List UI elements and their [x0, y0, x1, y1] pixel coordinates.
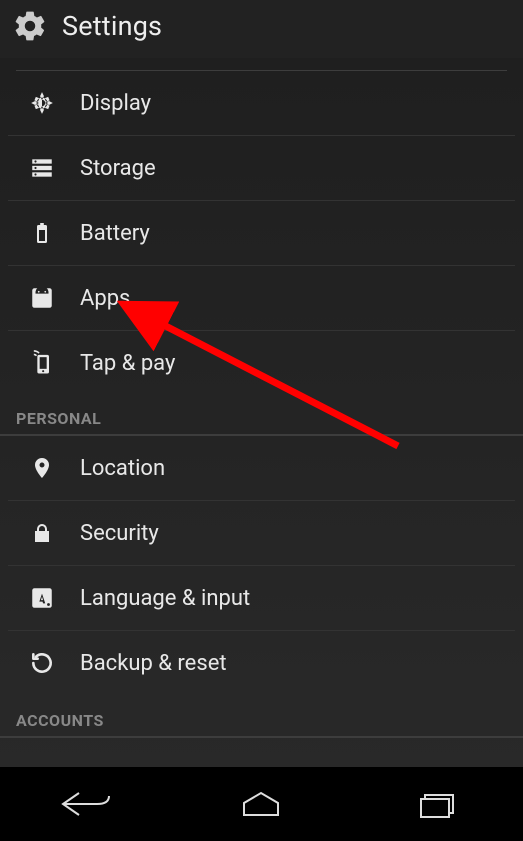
settings-item-tap-pay[interactable]: Tap & pay — [8, 330, 515, 395]
home-button[interactable] — [221, 782, 301, 826]
settings-item-label: Display — [80, 91, 151, 116]
page-title: Settings — [62, 8, 162, 44]
navigation-bar — [0, 767, 523, 841]
section-header-accounts: ACCOUNTS — [0, 695, 523, 738]
backup-icon — [28, 649, 56, 677]
app-header: Settings — [0, 0, 523, 58]
settings-item-location[interactable]: Location — [8, 436, 515, 500]
settings-item-label: Apps — [80, 286, 130, 311]
language-icon — [28, 584, 56, 612]
settings-item-label: Language & input — [80, 586, 250, 611]
settings-item-battery[interactable]: Battery — [8, 200, 515, 265]
recent-apps-button[interactable] — [396, 782, 476, 826]
tap-pay-icon — [28, 349, 56, 377]
settings-item-apps[interactable]: Apps — [8, 265, 515, 330]
lock-icon — [28, 519, 56, 547]
brightness-icon — [28, 89, 56, 117]
storage-icon — [28, 154, 56, 182]
apps-icon — [28, 284, 56, 312]
settings-item-language[interactable]: Language & input — [8, 565, 515, 630]
settings-item-security[interactable]: Security — [8, 500, 515, 565]
settings-item-backup[interactable]: Backup & reset — [8, 630, 515, 695]
back-button[interactable] — [47, 782, 127, 826]
battery-icon — [28, 219, 56, 247]
settings-item-label: Location — [80, 456, 165, 481]
settings-item-label: Tap & pay — [80, 351, 175, 376]
location-pin-icon — [28, 454, 56, 482]
personal-section-list: Location Security Language & input Backu… — [8, 436, 515, 695]
settings-item-label: Security — [80, 521, 159, 546]
settings-item-label: Storage — [80, 156, 156, 181]
settings-item-display[interactable]: Display — [8, 71, 515, 135]
device-section-list: Display Storage Battery — [8, 71, 515, 395]
gear-icon — [12, 8, 48, 44]
settings-item-storage[interactable]: Storage — [8, 135, 515, 200]
section-header-personal: PERSONAL — [0, 395, 523, 436]
settings-item-label: Backup & reset — [80, 651, 227, 676]
settings-item-label: Battery — [80, 221, 150, 246]
